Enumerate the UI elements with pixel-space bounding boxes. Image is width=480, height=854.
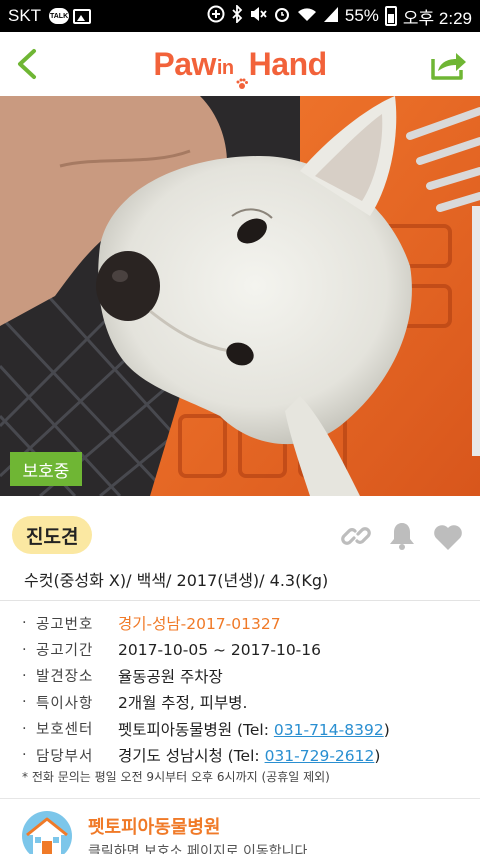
status-badge: 보호중 [10, 452, 82, 486]
detail-label: 발견장소 [36, 669, 94, 686]
animal-photo [0, 96, 480, 496]
image-icon [73, 8, 92, 24]
paw-icon [236, 61, 248, 89]
department-name-text: 경기도 성남시청 (Tel: [118, 747, 265, 766]
bullet: · [22, 667, 27, 684]
share-button[interactable] [430, 47, 468, 81]
app-header: Paw in Hand [0, 32, 480, 96]
detail-row-notes: · 특이사항 2개월 추정, 피부병. [22, 689, 472, 715]
logo-text-paw: Paw [153, 45, 216, 82]
paren-close: ) [383, 720, 390, 739]
detail-row-notice-number: · 공고번호 경기-성남-2017-01327 [22, 610, 472, 636]
detail-label: 보호센터 [36, 722, 94, 739]
detail-value: 2017-10-05 ~ 2017-10-16 [118, 640, 321, 659]
bullet: · [22, 615, 27, 632]
bullet: · [22, 641, 27, 658]
alarm-icon [273, 5, 291, 28]
shelter-card-subtitle: 클릭하면 보호소 페이지로 이동합니다 [88, 844, 308, 854]
link-icon[interactable] [341, 521, 371, 551]
detail-value: 펫토피아동물병원 (Tel: 031-714-8392) [118, 718, 390, 740]
heart-icon[interactable] [432, 522, 464, 552]
mute-icon [249, 5, 267, 28]
breed-label: 진도견 [12, 516, 93, 554]
back-button[interactable] [10, 46, 44, 82]
pawinhand-logo: Paw in Hand [153, 45, 328, 89]
detail-value: 2개월 추정, 피부병. [118, 694, 248, 713]
bullet: · [22, 694, 27, 711]
detail-label: 담당부서 [36, 748, 94, 765]
add-circle-icon [207, 5, 225, 28]
battery-percent: 55% [344, 6, 379, 25]
detail-row-notice-period: · 공고기간 2017-10-05 ~ 2017-10-16 [22, 636, 472, 662]
detail-label: 공고번호 [36, 616, 94, 633]
bullet: · [22, 747, 27, 764]
bullet: · [22, 720, 27, 737]
detail-value: 율동공원 주차장 [118, 667, 223, 686]
paren-close: ) [374, 747, 381, 766]
shelter-house-icon [22, 811, 72, 854]
notice-details: · 공고번호 경기-성남-2017-01327 · 공고기간 2017-10-0… [22, 610, 472, 768]
bell-icon[interactable] [388, 520, 416, 552]
status-bar: SKT TALK 55% 오후 2:29 [0, 0, 480, 32]
shelter-card[interactable]: 펫토피아동물병원 클릭하면 보호소 페이지로 이동합니다 [0, 798, 480, 854]
detail-label: 특이사항 [36, 695, 94, 712]
signal-icon [323, 5, 339, 28]
logo-text-in: in [216, 56, 234, 79]
department-phone-link[interactable]: 031-729-2612 [265, 747, 375, 765]
battery-icon [384, 6, 397, 26]
contact-hours-note: * 전화 문의는 평일 오전 9시부터 오후 6시까지 (공휴일 제외) [22, 770, 330, 784]
shelter-phone-link[interactable]: 031-714-8392 [274, 721, 384, 739]
detail-row-department: · 담당부서 경기도 성남시청 (Tel: 031-729-2612) [22, 742, 472, 768]
detail-value: 경기-성남-2017-01327 [118, 615, 281, 634]
detail-label: 공고기간 [36, 643, 94, 660]
bluetooth-icon [231, 3, 243, 28]
detail-value: 경기도 성남시청 (Tel: 031-729-2612) [118, 744, 380, 766]
divider [0, 600, 480, 601]
logo-text-hand: Hand [248, 45, 328, 82]
carrier-label: SKT [8, 6, 42, 25]
clock: 오후 2:29 [402, 8, 472, 28]
wifi-icon [297, 5, 317, 28]
animal-summary: 수컷(중성화 X)/ 백색/ 2017(년생)/ 4.3(Kg) [24, 571, 329, 590]
shelter-card-name[interactable]: 펫토피아동물병원 [88, 813, 220, 839]
detail-row-shelter: · 보호센터 펫토피아동물병원 (Tel: 031-714-8392) [22, 716, 472, 742]
detail-row-found-location: · 발견장소 율동공원 주차장 [22, 663, 472, 689]
shelter-name-text: 펫토피아동물병원 (Tel: [118, 720, 274, 739]
talk-icon: TALK [49, 8, 70, 24]
